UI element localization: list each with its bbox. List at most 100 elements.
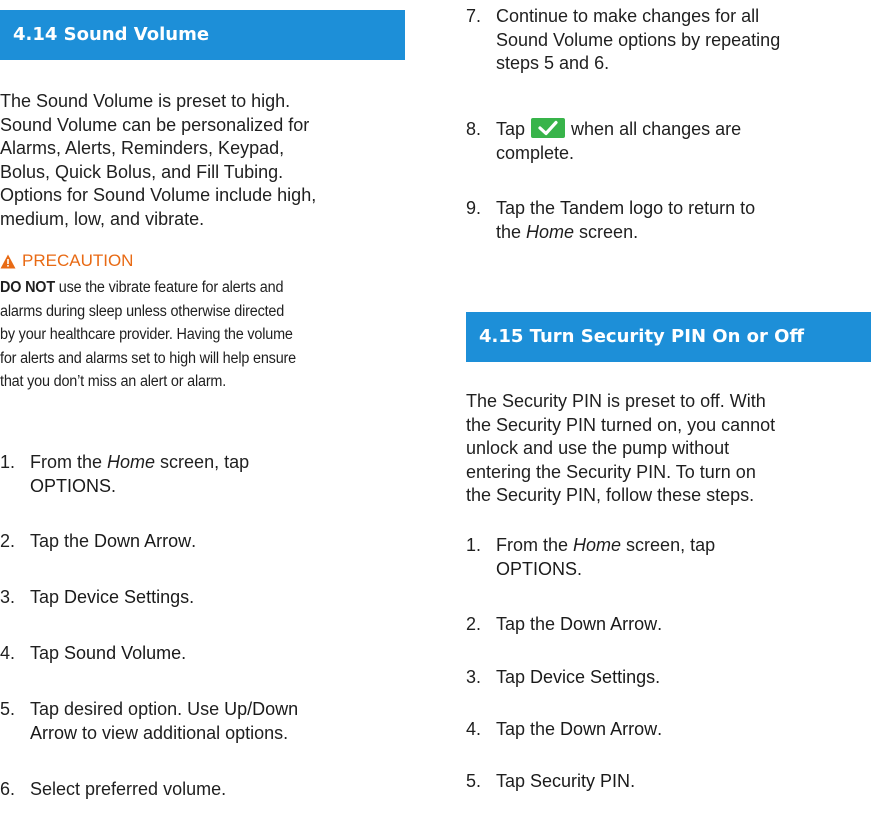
- step-text: screen.: [574, 221, 639, 242]
- step-text: screen, tap: [621, 535, 716, 555]
- list-item: 2. Tap the Down Arrow.: [466, 613, 880, 637]
- precaution-line: use the vibrate feature for alerts and: [54, 279, 284, 296]
- step-text: Tap the: [496, 198, 561, 218]
- step-number: 4.: [0, 643, 16, 663]
- step-number: 2.: [466, 614, 482, 634]
- intro-line: The Security PIN is preset to off. With: [466, 391, 766, 411]
- checkmark-button-icon: [531, 118, 566, 138]
- step-text: when all changes are: [571, 119, 742, 139]
- list-item: 1. From the Home screen, tap OPTIONS.: [0, 451, 430, 498]
- step-number: 4.: [466, 719, 482, 739]
- section-title: 4.14 Sound Volume: [13, 24, 210, 45]
- step-text: Tap: [496, 771, 531, 791]
- step-number: 5.: [466, 771, 482, 791]
- section-title: 4.15 Turn Security PIN On or Off: [479, 326, 805, 347]
- list-item: 4. Tap the Down Arrow.: [466, 718, 880, 742]
- step-number: 6.: [0, 779, 16, 799]
- step-button-name: Down Arrow: [560, 614, 658, 634]
- list-item: 6. Select preferred volume.: [0, 778, 430, 802]
- step-button-name: Security PIN: [530, 771, 631, 791]
- intro-paragraph: The Sound Volume is preset to high. Soun…: [0, 90, 420, 231]
- step-number: 2.: [0, 531, 16, 551]
- step-emphasis: Home: [107, 452, 156, 472]
- section-banner-4-15: 4.15 Turn Security PIN On or Off: [466, 312, 871, 362]
- step-text: Select preferred volume.: [30, 779, 227, 799]
- list-item: 9. Tap the Tandem logo to return to the …: [466, 197, 880, 244]
- step-text: steps 5 and 6.: [496, 53, 610, 73]
- list-item: 8. Tap when all changes are complete.: [466, 118, 880, 165]
- step-text: Tap: [496, 119, 526, 139]
- section-banner-4-14: 4.14 Sound Volume: [0, 10, 405, 60]
- step-text: screen, tap: [155, 452, 250, 472]
- step-number: 1.: [0, 452, 16, 472]
- step-number: 9.: [466, 198, 482, 218]
- step-text: .: [655, 667, 661, 687]
- step-button-name: Up/Down: [224, 699, 299, 719]
- intro-line: Alarms, Alerts, Reminders, Keypad,: [0, 138, 285, 158]
- warning-triangle-icon: [0, 254, 16, 269]
- step-button-name: Device Settings: [64, 587, 190, 607]
- step-text: .: [189, 587, 195, 607]
- precaution-label: PRECAUTION: [22, 251, 134, 270]
- list-item: 3. Tap Device Settings.: [0, 586, 430, 610]
- step-text: From the: [496, 535, 574, 555]
- precaution-line: for alerts and alarms set to high will h…: [0, 349, 296, 367]
- step-text: to view additional options.: [77, 722, 289, 743]
- step-text: Sound Volume options by repeating: [496, 29, 781, 50]
- step-text: complete.: [496, 142, 575, 163]
- intro-line: unlock and use the pump without: [466, 438, 730, 458]
- precaution-lead: DO NOT: [0, 279, 55, 296]
- step-text: Tap: [496, 667, 531, 687]
- list-item: 1. From the Home screen, tap OPTIONS.: [466, 534, 880, 581]
- intro-line: the Security PIN turned on, you cannot: [466, 414, 776, 435]
- step-text: .: [657, 719, 663, 739]
- intro-line: Sound Volume can be personalized for: [0, 114, 310, 135]
- step-text: .: [111, 475, 117, 496]
- intro-line: entering the Security PIN. To turn on: [466, 461, 756, 482]
- step-button-name: OPTIONS: [30, 475, 112, 496]
- step-text: .: [630, 771, 636, 791]
- step-text: Continue to make changes for all: [496, 6, 760, 26]
- precaution-line: by your healthcare provider. Having the …: [0, 326, 293, 344]
- intro-paragraph: The Security PIN is preset to off. With …: [466, 390, 880, 508]
- step-number: 7.: [466, 6, 482, 26]
- step-number: 5.: [0, 699, 16, 719]
- step-emphasis: Home: [573, 535, 622, 555]
- intro-line: medium, low, and vibrate.: [0, 208, 205, 229]
- list-item: 5. Tap desired option. Use Up/Down Arrow…: [0, 698, 430, 745]
- step-number: 3.: [0, 587, 16, 607]
- step-text: Tap the: [496, 719, 561, 739]
- step-emphasis: Home: [526, 221, 575, 242]
- step-text: Tap the: [30, 531, 95, 551]
- step-button-name: Arrow: [30, 722, 78, 743]
- step-text: the: [496, 221, 527, 242]
- precaution-text: DO NOT use the vibrate feature for alert…: [0, 276, 402, 394]
- intro-line: the Security PIN, follow these steps.: [466, 485, 755, 505]
- list-item: 5. Tap Security PIN.: [466, 770, 880, 794]
- step-text: Tap: [30, 587, 65, 607]
- step-text: .: [191, 531, 197, 551]
- step-text: .: [181, 643, 187, 663]
- step-button-name: OPTIONS: [496, 558, 578, 579]
- step-button-name: Tandem logo: [560, 198, 664, 218]
- step-button-name: Down Arrow: [94, 531, 192, 551]
- list-item: 2. Tap the Down Arrow.: [0, 530, 430, 554]
- step-button-name: Sound Volume: [64, 643, 182, 663]
- precaution-line: alarms during sleep unless otherwise dir…: [0, 302, 285, 320]
- precaution-line: that you don’t miss an alert or alarm.: [0, 373, 227, 391]
- step-text: to return to: [663, 198, 756, 218]
- step-number: 3.: [466, 667, 482, 687]
- list-item: 7. Continue to make changes for all Soun…: [466, 5, 880, 76]
- precaution-heading: PRECAUTION: [0, 251, 432, 271]
- checkmark-icon: [538, 120, 558, 136]
- step-text: Tap the: [496, 614, 561, 634]
- step-button-name: Device Settings: [530, 667, 656, 687]
- intro-line: Options for Sound Volume include high,: [0, 185, 317, 205]
- precaution-block: PRECAUTION DO NOT use the vibrate featur…: [0, 251, 432, 394]
- step-text: .: [657, 614, 663, 634]
- step-text: Tap: [30, 643, 65, 663]
- step-text: From the: [30, 452, 108, 472]
- step-number: 8.: [466, 119, 482, 139]
- step-text: Tap desired option. Use: [30, 699, 225, 719]
- step-text: .: [577, 558, 583, 579]
